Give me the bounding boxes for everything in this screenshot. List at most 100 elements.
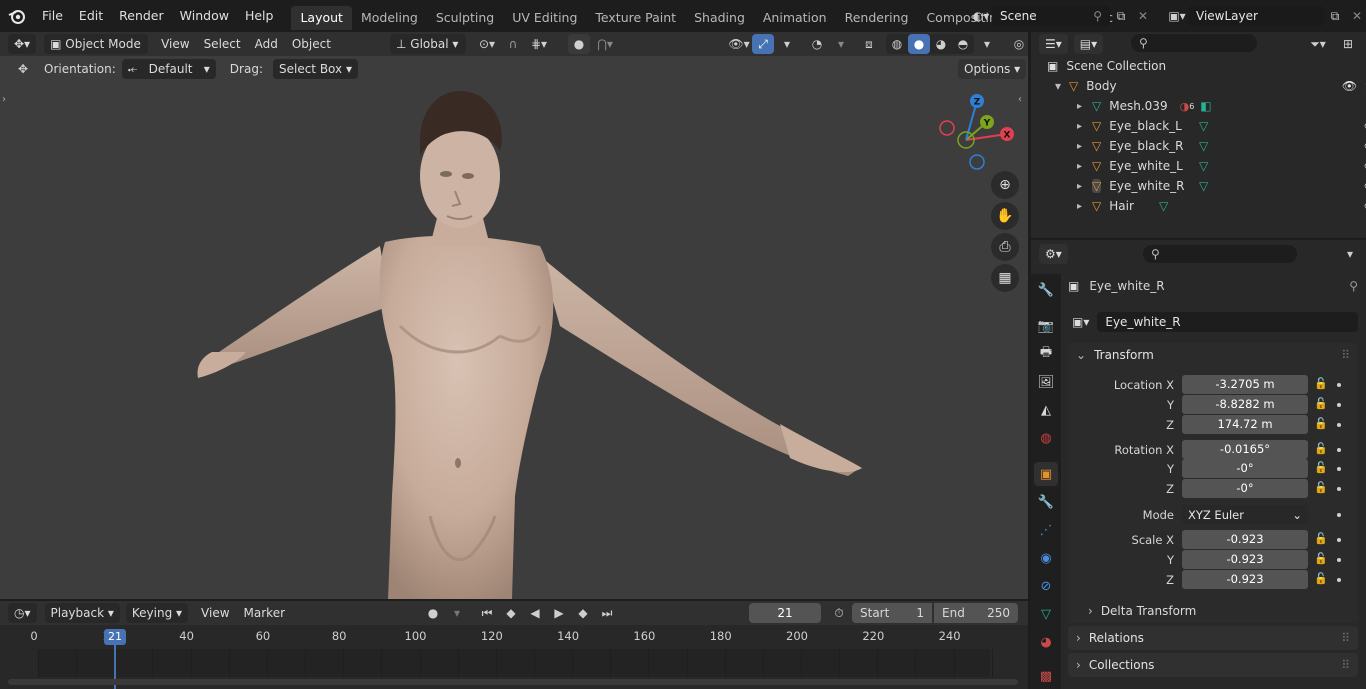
pan-hand-icon[interactable]: ✋	[991, 202, 1019, 230]
timeline-menu-playback[interactable]: Playback ▾	[44, 603, 120, 623]
shading-dropdown-icon[interactable]: ▾	[976, 34, 998, 54]
tool-tab-icon[interactable]: 🔧	[1034, 278, 1058, 302]
timeline-editor-type-button[interactable]: ◷▾	[8, 603, 37, 623]
rendered-shading-icon[interactable]: ◓	[952, 34, 974, 54]
options-dropdown[interactable]: Options ▾	[958, 59, 1027, 79]
overlays-dropdown-icon[interactable]: ▾	[830, 34, 852, 54]
expand-right-icon[interactable]: ▸	[1077, 161, 1082, 172]
outliner-item[interactable]: ▸▽Eye_white_R▽👁📷	[1031, 176, 1366, 196]
tab-modeling[interactable]: Modeling	[352, 6, 427, 30]
jump-end-icon[interactable]: ⏭	[596, 603, 618, 623]
particles-tab-icon[interactable]: ⋰	[1034, 518, 1058, 542]
keyframe-dot-icon[interactable]	[1337, 403, 1341, 407]
texture-tab-icon[interactable]: ▩	[1034, 664, 1058, 688]
editor-type-button[interactable]: ✥▾	[8, 34, 37, 54]
lock-icon[interactable]: 🔓	[1314, 417, 1328, 430]
lock-icon[interactable]: 🔓	[1314, 442, 1328, 455]
expand-right-icon[interactable]: ▸	[1077, 101, 1082, 112]
data-tab-icon[interactable]: ▽	[1034, 602, 1058, 626]
record-dropdown-icon[interactable]: ▾	[446, 603, 468, 623]
viewport-menu-add[interactable]: Add	[248, 34, 285, 54]
location-y-field[interactable]: -8.8282 m	[1182, 395, 1308, 414]
menu-render[interactable]: Render	[111, 0, 172, 32]
view-layer-tab-icon[interactable]: 🖼	[1034, 370, 1058, 394]
display-mode-button[interactable]: ▤▾	[1073, 34, 1104, 54]
outliner-search-input[interactable]: ⚲	[1131, 34, 1257, 52]
lock-icon[interactable]: 🔓	[1314, 397, 1328, 410]
perspective-grid-icon[interactable]: ▦	[991, 264, 1019, 292]
keyframe-dot-icon[interactable]	[1337, 513, 1341, 517]
3d-viewport[interactable]: ✥ Orientation: ⤝ Default ▾ Drag: Select …	[0, 56, 1028, 599]
visibility-icon[interactable]: 👁▾	[728, 34, 750, 54]
move-tool-icon[interactable]: ✥	[12, 59, 34, 79]
drag-handle-icon[interactable]: ⠿	[1341, 658, 1350, 672]
viewlayer-icon[interactable]: ▣▾	[1166, 6, 1188, 26]
object-tab-icon[interactable]: ▣	[1034, 462, 1058, 486]
keyframe-dot-icon[interactable]	[1337, 383, 1341, 387]
zoom-icon[interactable]: ⊕	[991, 171, 1019, 199]
relations-panel-header[interactable]: › Relations ⠿	[1068, 626, 1358, 650]
outliner-scene-collection[interactable]: ▣ Scene Collection	[1031, 56, 1366, 76]
properties-options-icon[interactable]: ▾	[1339, 244, 1361, 264]
new-collection-icon[interactable]: ⊞	[1337, 34, 1359, 54]
physics-tab-icon[interactable]: ◉	[1034, 546, 1058, 570]
menu-file[interactable]: File	[34, 0, 71, 32]
timeline-menu-marker[interactable]: Marker	[237, 603, 292, 623]
output-tab-icon[interactable]: 🖶	[1034, 342, 1058, 366]
constraints-tab-icon[interactable]: ⊘	[1034, 574, 1058, 598]
lock-icon[interactable]: 🔓	[1314, 572, 1328, 585]
keyframe-dot-icon[interactable]	[1337, 558, 1341, 562]
lock-icon[interactable]: 🔓	[1314, 532, 1328, 545]
drag-dropdown[interactable]: Select Box ▾	[272, 59, 358, 79]
menu-help[interactable]: Help	[237, 0, 282, 32]
drag-handle-icon[interactable]: ⠿	[1341, 631, 1350, 645]
material-shading-icon[interactable]: ◕	[930, 34, 952, 54]
xray-icon[interactable]: ⧈	[858, 34, 880, 54]
viewport-menu-select[interactable]: Select	[197, 34, 248, 54]
record-icon[interactable]: ●	[422, 603, 444, 623]
eye-icon[interactable]: 👁	[1342, 79, 1357, 93]
outliner-item[interactable]: ▸▽Eye_black_L▽👁📷	[1031, 116, 1366, 136]
menu-edit[interactable]: Edit	[71, 0, 111, 32]
outliner-item[interactable]: ▸ ▽ Mesh.039 ◑ 6 ◧	[1031, 96, 1366, 116]
rotation-z-field[interactable]: -0°	[1182, 479, 1308, 498]
expand-down-icon[interactable]: ▾	[1055, 79, 1061, 93]
falloff-icon[interactable]: ⋂▾	[594, 34, 616, 54]
world-tab-icon[interactable]: ◍	[1034, 426, 1058, 450]
material-tab-icon[interactable]: ◕	[1034, 630, 1058, 654]
viewport-menu-view[interactable]: View	[154, 34, 196, 54]
pivot-icon[interactable]: ⊙▾	[476, 34, 498, 54]
tab-animation[interactable]: Animation	[754, 6, 836, 30]
rotation-y-field[interactable]: -0°	[1182, 459, 1308, 478]
scale-x-field[interactable]: -0.923	[1182, 530, 1308, 549]
tool-orientation-dropdown[interactable]: ⤝ Default ▾	[121, 59, 216, 79]
gizmo-dropdown-icon[interactable]: ▾	[776, 34, 798, 54]
toolbar-expand-icon[interactable]: ›	[2, 94, 6, 105]
keyframe-dot-icon[interactable]	[1337, 467, 1341, 471]
orientation-dropdown[interactable]: ⊥ Global ▾	[390, 34, 466, 54]
frame-ruler[interactable]: 020406080100120140160180200220240	[0, 625, 1028, 645]
datablock-browse-icon[interactable]: ▣▾	[1068, 312, 1094, 332]
solid-shading-icon[interactable]: ●	[908, 34, 930, 54]
timeline-area[interactable]: 020406080100120140160180200220240 21	[0, 625, 1028, 689]
expand-right-icon[interactable]: ▸	[1077, 141, 1082, 152]
play-icon[interactable]: ▶	[548, 603, 570, 623]
scale-y-field[interactable]: -0.923	[1182, 550, 1308, 569]
lock-icon[interactable]: 🔓	[1314, 552, 1328, 565]
tab-texture-paint[interactable]: Texture Paint	[586, 6, 685, 30]
tab-sculpting[interactable]: Sculpting	[427, 6, 503, 30]
gizmo-icon[interactable]: ⤢	[752, 34, 774, 54]
transform-panel-header[interactable]: ⌄ Transform ⠿	[1068, 343, 1358, 367]
timeline-menu-keying[interactable]: Keying ▾	[125, 603, 189, 623]
outliner-body-row[interactable]: ▾ ▽ Body 👁 📷	[1031, 76, 1366, 96]
jump-start-icon[interactable]: ⏮	[476, 603, 498, 623]
scene-name-field[interactable]: Scene ⚲	[992, 6, 1110, 26]
next-keyframe-icon[interactable]: ◆	[572, 603, 594, 623]
viewlayer-name-field[interactable]: ViewLayer	[1188, 6, 1324, 26]
expand-right-icon[interactable]: ▸	[1077, 121, 1082, 132]
render-region-icon[interactable]: ◎	[1008, 34, 1030, 54]
delta-transform-subpanel[interactable]: › Delta Transform	[1088, 601, 1348, 621]
navigation-gizmo[interactable]: Z Y X	[936, 92, 1020, 172]
snap-magnet-icon[interactable]: ∩	[502, 34, 524, 54]
keyframe-dot-icon[interactable]	[1337, 448, 1341, 452]
